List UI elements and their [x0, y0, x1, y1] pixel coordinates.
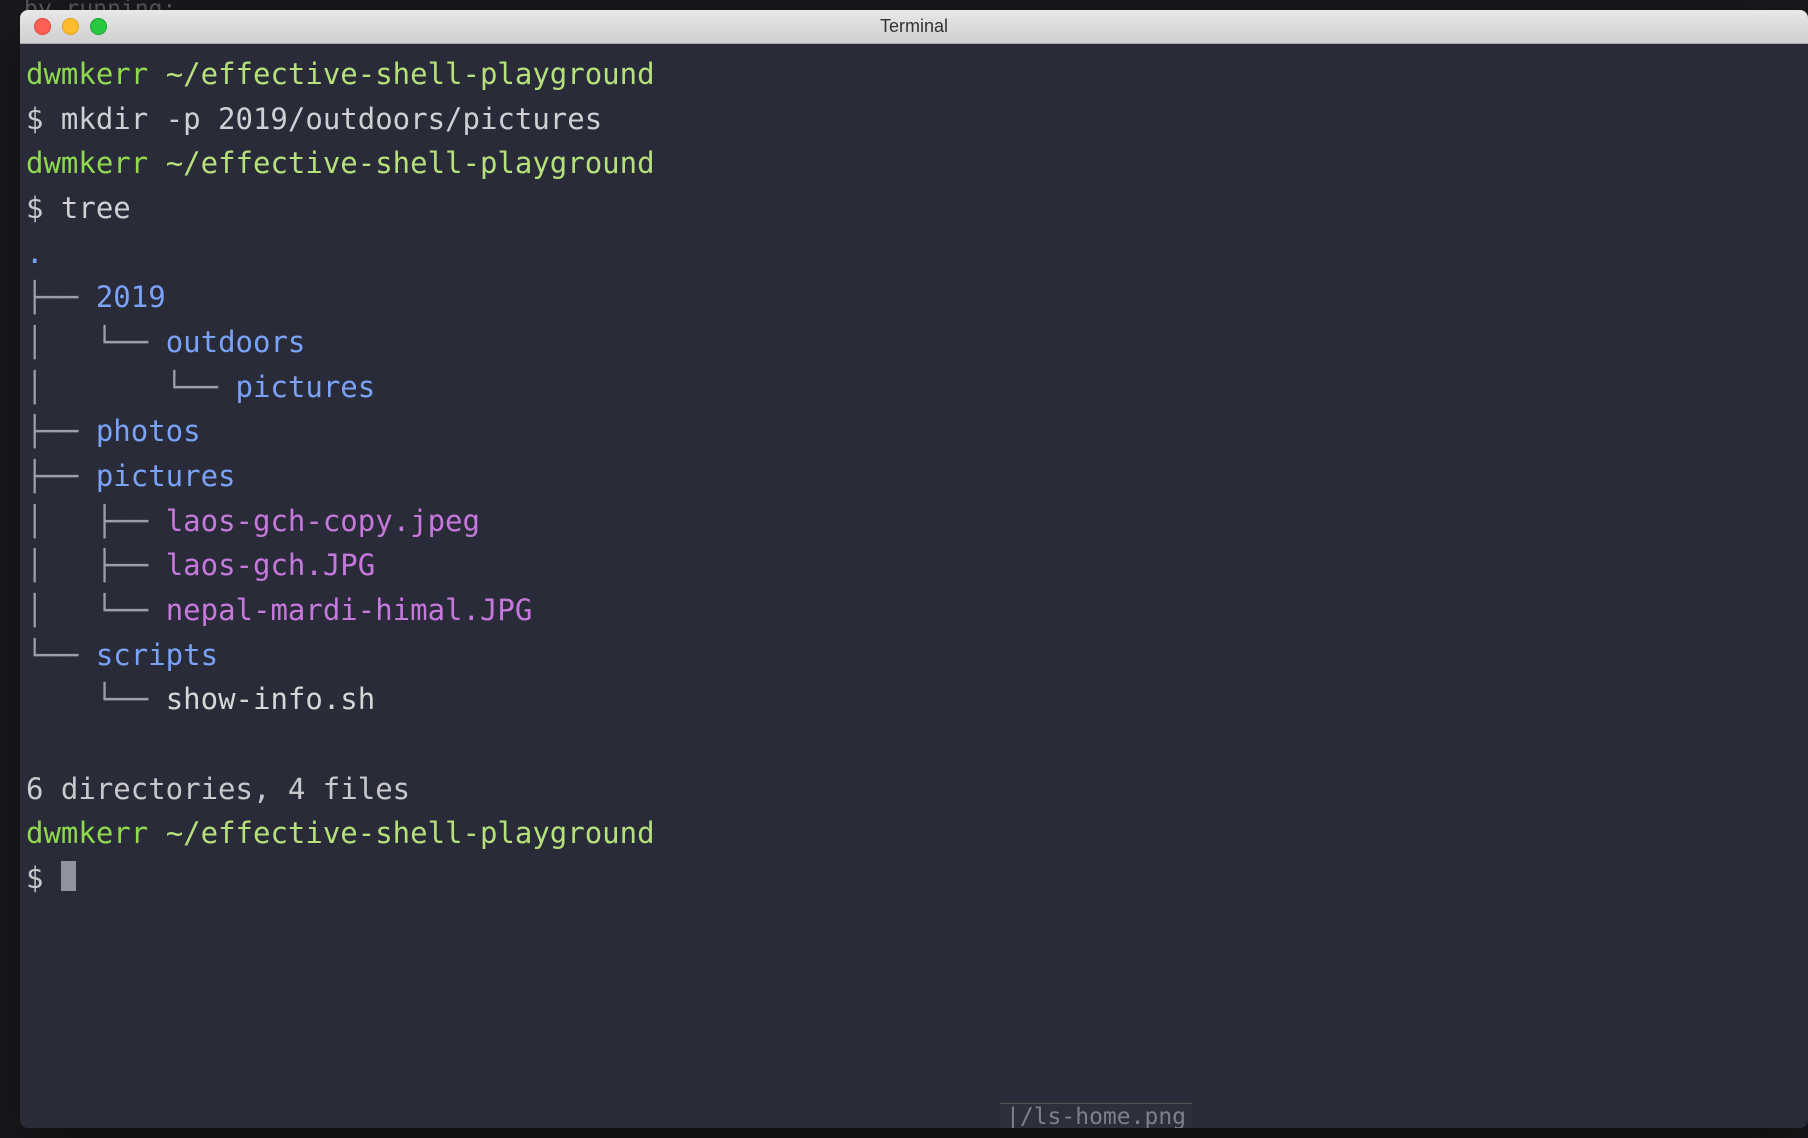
tree-dir: outdoors — [166, 325, 306, 359]
tree-dir: scripts — [96, 638, 218, 672]
tree-file: show-info.sh — [166, 682, 376, 716]
command-text: tree — [61, 191, 131, 225]
tree-image-file: laos-gch-copy.jpeg — [166, 504, 480, 538]
tree-dir: photos — [96, 414, 201, 448]
command-text: mkdir -p 2019/outdoors/pictures — [61, 102, 602, 136]
tree-dir: pictures — [96, 459, 236, 493]
titlebar: Terminal — [20, 10, 1808, 44]
tree-summary: 6 directories, 4 files — [26, 772, 410, 806]
tree-dir: 2019 — [96, 280, 166, 314]
tree-branch: ├── — [26, 459, 96, 493]
tree-image-file: laos-gch.JPG — [166, 548, 376, 582]
tree-branch: │ ├── — [26, 504, 166, 538]
tree-branch: │ └── — [26, 325, 166, 359]
prompt-user: dwmkerr — [26, 146, 148, 180]
cursor-icon — [61, 861, 76, 891]
terminal-window: Terminal dwmkerr ~/effective-shell-playg… — [20, 10, 1808, 1128]
prompt-symbol: $ — [26, 861, 61, 895]
prompt-path: ~/effective-shell-playground — [166, 57, 655, 91]
tree-branch: └── — [26, 638, 96, 672]
tree-dir: pictures — [236, 370, 376, 404]
background-tab-hint: |/ls-home.png — [1000, 1103, 1192, 1128]
tree-branch: │ └── — [26, 593, 166, 627]
window-title: Terminal — [20, 16, 1808, 37]
tree-branch: ├── — [26, 414, 96, 448]
prompt-symbol: $ — [26, 191, 61, 225]
tree-branch: ├── — [26, 280, 96, 314]
tree-branch: └── — [26, 682, 166, 716]
terminal-content[interactable]: dwmkerr ~/effective-shell-playground $ m… — [20, 44, 1808, 1128]
prompt-symbol: $ — [26, 102, 61, 136]
prompt-path: ~/effective-shell-playground — [166, 146, 655, 180]
tree-image-file: nepal-mardi-himal.JPG — [166, 593, 533, 627]
tree-root-dot: . — [26, 236, 43, 270]
prompt-user: dwmkerr — [26, 57, 148, 91]
tree-branch: │ └── — [26, 370, 236, 404]
prompt-user: dwmkerr — [26, 816, 148, 850]
prompt-path: ~/effective-shell-playground — [166, 816, 655, 850]
tree-branch: │ ├── — [26, 548, 166, 582]
